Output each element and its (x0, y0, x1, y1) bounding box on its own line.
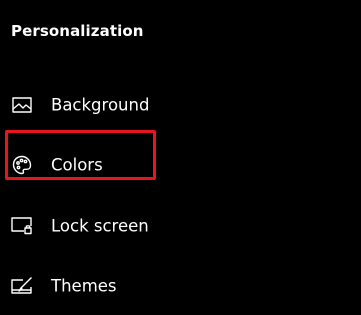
section-title: Personalization (11, 22, 144, 40)
nav-item-lock-screen[interactable]: Lock screen (0, 206, 361, 246)
picture-icon (11, 94, 33, 116)
lock-screen-icon (11, 215, 33, 237)
nav-item-label: Background (51, 95, 150, 115)
themes-icon (11, 275, 33, 297)
nav-item-label: Lock screen (51, 216, 149, 236)
nav-item-label: Colors (51, 155, 103, 175)
palette-icon (11, 154, 33, 176)
nav-item-label: Themes (51, 276, 117, 296)
nav-item-colors[interactable]: Colors (0, 145, 361, 185)
nav-item-themes[interactable]: Themes (0, 266, 361, 306)
nav-item-background[interactable]: Background (0, 85, 361, 125)
